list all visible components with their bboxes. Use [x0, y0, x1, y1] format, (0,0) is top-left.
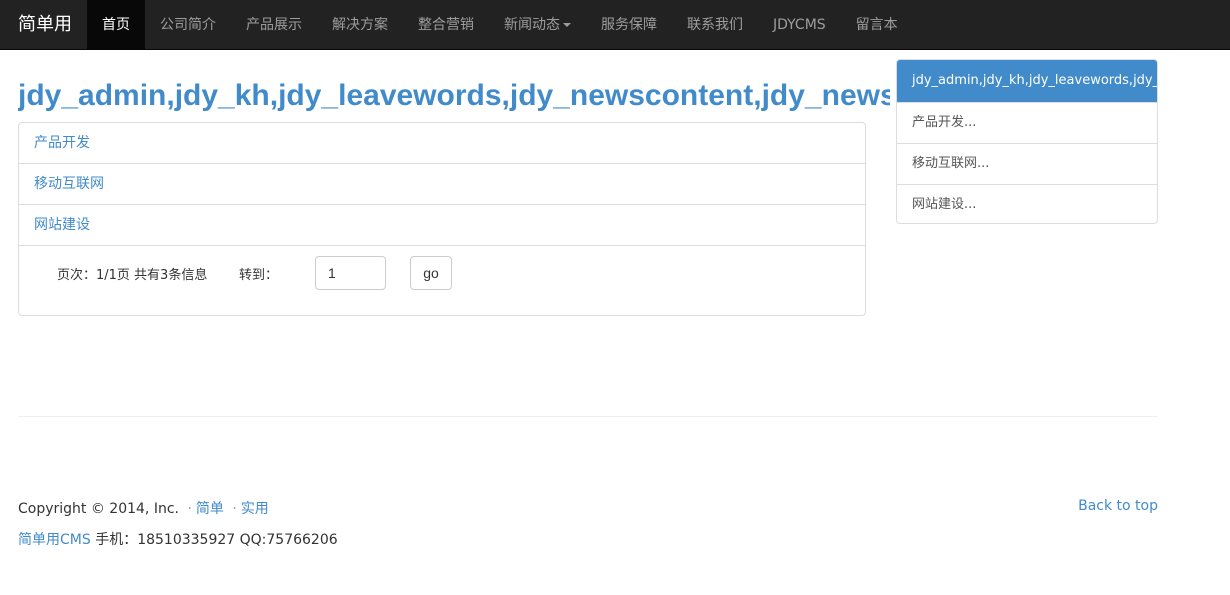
- nav-item-contact[interactable]: 联系我们: [672, 0, 758, 49]
- pager-info: 页次：1/1页 共有3条信息: [57, 268, 208, 283]
- sidebar-item-mobile-internet[interactable]: 移动互联网...: [897, 143, 1157, 184]
- footer-contact-line: 简单用CMS 手机：18510335927 QQ:75766206: [18, 529, 338, 549]
- go-button[interactable]: go: [410, 256, 452, 290]
- top-navbar: 简单用 首页 公司简介 产品展示 解决方案 整合营销 新闻动态 服务保障 联系我…: [0, 0, 1230, 50]
- list-item-website-building[interactable]: 网站建设: [19, 205, 865, 246]
- nav-item-home[interactable]: 首页: [87, 0, 145, 49]
- nav-item-marketing[interactable]: 整合营销: [403, 0, 489, 49]
- caret-down-icon: [563, 22, 571, 27]
- sidebar-list: jdy_admin,jdy_kh,jdy_leavewords,jdy_news…: [896, 59, 1158, 224]
- separator: ·: [232, 501, 237, 517]
- goto-label: 转到：: [239, 268, 279, 283]
- brand-logo[interactable]: 简单用: [0, 0, 87, 49]
- back-to-top-link[interactable]: Back to top: [1078, 498, 1158, 514]
- nav-item-company[interactable]: 公司简介: [145, 0, 231, 49]
- separator: ·: [187, 501, 192, 517]
- main-nav: 首页 公司简介 产品展示 解决方案 整合营销 新闻动态 服务保障 联系我们 JD…: [87, 0, 913, 49]
- nav-item-products[interactable]: 产品展示: [231, 0, 317, 49]
- nav-item-jdycms[interactable]: JDYCMS: [758, 0, 841, 49]
- contact-info: 手机：18510335927 QQ:75766206: [95, 532, 338, 548]
- list-item-product-dev[interactable]: 产品开发: [19, 123, 865, 164]
- list-item-mobile-internet[interactable]: 移动互联网: [19, 164, 865, 205]
- sidebar-item-product-dev[interactable]: 产品开发...: [897, 102, 1157, 143]
- page-number-input[interactable]: [315, 256, 386, 290]
- footer-link-simple[interactable]: 简单: [196, 501, 224, 517]
- footer-divider: [18, 416, 1158, 417]
- pager: 页次：1/1页 共有3条信息 转到： go: [19, 246, 865, 306]
- news-list-panel: 产品开发 移动互联网 网站建设 页次：1/1页 共有3条信息 转到： go: [18, 122, 866, 316]
- footer-link-practical[interactable]: 实用: [241, 501, 269, 517]
- nav-item-guestbook[interactable]: 留言本: [841, 0, 913, 49]
- nav-item-news-dropdown[interactable]: 新闻动态: [489, 0, 586, 49]
- sidebar-item-website-building[interactable]: 网站建设...: [897, 184, 1157, 223]
- nav-item-news-label: 新闻动态: [504, 16, 560, 33]
- copyright-text: Copyright © 2014, Inc.: [18, 501, 179, 517]
- sidebar-item-active[interactable]: jdy_admin,jdy_kh,jdy_leavewords,jdy_news…: [897, 60, 1157, 102]
- footer-copyright-line: Copyright © 2014, Inc. · 简单 · 实用: [18, 498, 269, 518]
- page-title: jdy_admin,jdy_kh,jdy_leavewords,jdy_news…: [18, 79, 890, 112]
- footer-link-cms[interactable]: 简单用CMS: [18, 532, 91, 548]
- nav-item-service[interactable]: 服务保障: [586, 0, 672, 49]
- nav-item-solutions[interactable]: 解决方案: [317, 0, 403, 49]
